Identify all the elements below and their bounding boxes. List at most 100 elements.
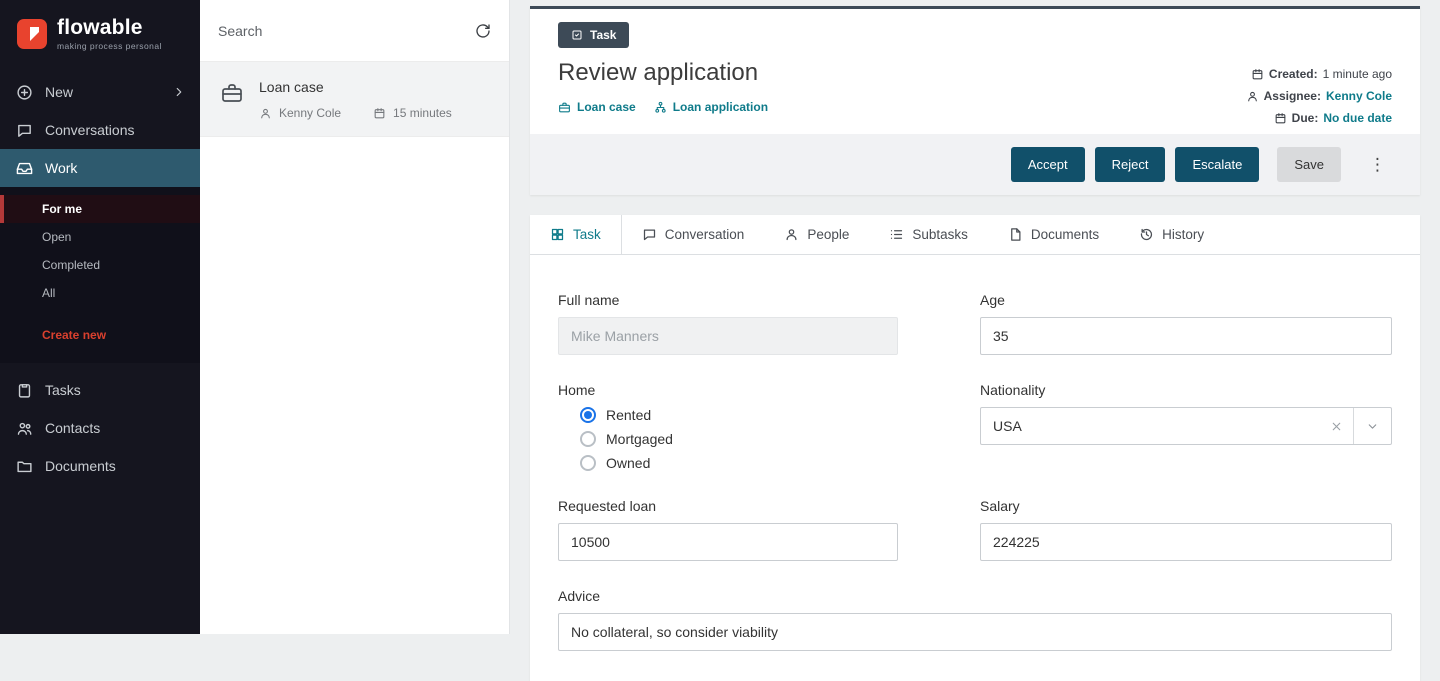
main-content: Task Review application Loan case Loan a… — [510, 0, 1440, 634]
sidebar-item-tasks[interactable]: Tasks — [0, 371, 200, 409]
case-assignee: Kenny Cole — [279, 106, 341, 120]
advice-field: Advice — [558, 588, 1392, 651]
tab-subtasks[interactable]: Subtasks — [869, 215, 988, 254]
action-bar: Accept Reject Escalate Save ⋮ — [530, 134, 1420, 195]
nationality-select[interactable]: USA — [980, 407, 1392, 445]
salary-field: Salary — [980, 498, 1392, 561]
folder-icon — [16, 458, 33, 475]
home-option-owned[interactable]: Owned — [580, 455, 898, 471]
refresh-button[interactable] — [475, 23, 491, 39]
nationality-field: Nationality USA — [980, 382, 1392, 445]
meta-assignee: Assignee: Kenny Cole — [1246, 89, 1392, 103]
chat-icon — [16, 122, 33, 139]
meta-created: Created: 1 minute ago — [1251, 67, 1392, 81]
sidebar-item-label: Work — [45, 160, 77, 176]
sidebar-item-conversations[interactable]: Conversations — [0, 111, 200, 149]
task-badge-icon — [571, 29, 583, 41]
brand: flowable making process personal — [0, 0, 200, 73]
full-name-label: Full name — [558, 292, 898, 308]
tab-bar: Task Conversation People Subtasks Docume… — [530, 215, 1420, 255]
sidebar-item-documents[interactable]: Documents — [0, 447, 200, 485]
assignee-link[interactable]: Kenny Cole — [1326, 89, 1392, 103]
radio-mortgaged[interactable] — [580, 431, 596, 447]
calendar-icon — [1251, 68, 1264, 81]
case-duration: 15 minutes — [393, 106, 452, 120]
reject-button[interactable]: Reject — [1095, 147, 1166, 182]
brand-tagline: making process personal — [57, 41, 162, 51]
tab-conversation[interactable]: Conversation — [622, 215, 765, 254]
sidebar-item-work[interactable]: Work — [0, 149, 200, 187]
salary-input[interactable] — [980, 523, 1392, 561]
home-option-mortgaged[interactable]: Mortgaged — [580, 431, 898, 447]
sidebar-subitem-completed[interactable]: Completed — [0, 251, 200, 279]
breadcrumb-case-link[interactable]: Loan case — [558, 100, 636, 114]
sidebar-subitem-all[interactable]: All — [0, 279, 200, 307]
accept-button[interactable]: Accept — [1011, 147, 1085, 182]
person-icon — [1246, 90, 1259, 103]
tab-history[interactable]: History — [1119, 215, 1224, 254]
nationality-value: USA — [993, 418, 1320, 434]
sidebar-subitem-for-me[interactable]: For me — [0, 195, 200, 223]
chevron-down-icon[interactable] — [1354, 420, 1391, 433]
search-input[interactable] — [218, 23, 475, 39]
age-label: Age — [980, 292, 1392, 308]
nationality-label: Nationality — [980, 382, 1392, 398]
brand-name: flowable — [57, 17, 162, 38]
sidebar-item-new[interactable]: New — [0, 73, 200, 111]
flowable-logo-icon — [16, 18, 48, 50]
sidebar-item-label: Contacts — [45, 420, 100, 436]
chat-icon — [642, 227, 657, 242]
briefcase-icon — [220, 81, 244, 120]
sidebar-nav: New Conversations Work For me Open Compl… — [0, 73, 200, 485]
home-option-rented[interactable]: Rented — [580, 407, 898, 423]
plus-circle-icon — [16, 84, 33, 101]
sidebar-item-contacts[interactable]: Contacts — [0, 409, 200, 447]
tab-people[interactable]: People — [764, 215, 869, 254]
calendar-icon — [373, 107, 386, 120]
history-icon — [1139, 227, 1154, 242]
home-field: Home Rented Mortgaged — [558, 382, 898, 471]
grid-icon — [550, 227, 565, 242]
salary-label: Salary — [980, 498, 1392, 514]
task-detail-card: Task Conversation People Subtasks Docume… — [530, 215, 1420, 681]
requested-loan-field: Requested loan — [558, 498, 898, 561]
people-icon — [16, 420, 33, 437]
tab-task[interactable]: Task — [530, 215, 622, 254]
document-icon — [1008, 227, 1023, 242]
meta-due: Due: No due date — [1274, 111, 1392, 125]
sidebar-item-label: Tasks — [45, 382, 81, 398]
sidebar-subitem-create-new[interactable]: Create new — [0, 321, 200, 349]
requested-loan-label: Requested loan — [558, 498, 898, 514]
task-meta: Created: 1 minute ago Assignee: Kenny Co… — [1246, 67, 1392, 125]
full-name-field: Full name — [558, 292, 898, 355]
escalate-button[interactable]: Escalate — [1175, 147, 1259, 182]
clear-selection-icon[interactable] — [1320, 420, 1353, 433]
full-name-input[interactable] — [558, 317, 898, 355]
list-item-loan-case[interactable]: Loan case Kenny Cole 15 minutes — [200, 62, 509, 137]
home-label: Home — [558, 382, 898, 398]
radio-rented[interactable] — [580, 407, 596, 423]
task-form: Full name Age Home Rented — [530, 255, 1420, 681]
inbox-icon — [16, 160, 33, 177]
sidebar-item-label: New — [45, 84, 73, 100]
refresh-icon — [475, 23, 491, 39]
person-icon — [784, 227, 799, 242]
task-type-badge: Task — [558, 22, 629, 48]
case-title: Loan case — [259, 79, 452, 95]
advice-input[interactable] — [558, 613, 1392, 651]
work-subnav: For me Open Completed All Create new — [0, 187, 200, 363]
tab-documents[interactable]: Documents — [988, 215, 1119, 254]
task-header-card: Task Review application Loan case Loan a… — [530, 6, 1420, 195]
save-button[interactable]: Save — [1277, 147, 1341, 182]
breadcrumb-process-link[interactable]: Loan application — [654, 100, 768, 114]
due-date-link[interactable]: No due date — [1323, 111, 1392, 125]
chevron-right-icon — [172, 85, 186, 99]
age-input[interactable] — [980, 317, 1392, 355]
more-options-icon[interactable]: ⋮ — [1363, 152, 1392, 177]
radio-owned[interactable] — [580, 455, 596, 471]
advice-label: Advice — [558, 588, 1392, 604]
calendar-icon — [1274, 112, 1287, 125]
sidebar-subitem-open[interactable]: Open — [0, 223, 200, 251]
requested-loan-input[interactable] — [558, 523, 898, 561]
age-field: Age — [980, 292, 1392, 355]
